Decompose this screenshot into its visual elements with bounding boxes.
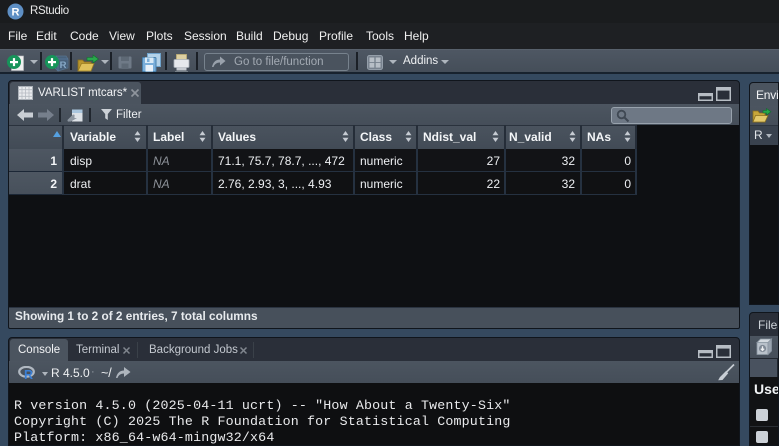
svg-text:R: R bbox=[24, 368, 33, 380]
svg-text:R: R bbox=[60, 60, 67, 71]
svg-text:R: R bbox=[12, 7, 20, 19]
